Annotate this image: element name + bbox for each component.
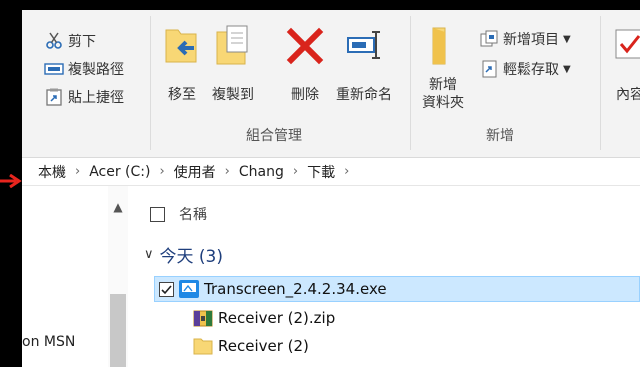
new-folder-label: 新增 資料夾 xyxy=(422,76,464,112)
new-item-icon xyxy=(480,30,500,48)
row-checkbox[interactable] xyxy=(159,281,174,297)
scroll-up-icon[interactable]: ▲ xyxy=(108,198,128,216)
ribbon-divider xyxy=(600,16,601,150)
easy-access-button[interactable]: 輕鬆存取 ▼ xyxy=(480,58,571,80)
properties-check-icon xyxy=(610,24,640,68)
select-all-checkbox[interactable] xyxy=(150,206,165,222)
dropdown-arrow-icon: ▼ xyxy=(563,63,571,75)
chevron-right-icon[interactable]: › xyxy=(293,164,298,179)
properties-label: 內容 xyxy=(616,87,640,103)
copy-path-icon xyxy=(44,60,64,78)
easy-access-label: 輕鬆存取 xyxy=(503,62,559,78)
cut-button[interactable]: 剪下 xyxy=(44,30,96,52)
copy-path-label: 複製路徑 xyxy=(68,62,124,78)
file-name: Transcreen_2.4.2.34.exe xyxy=(204,280,387,298)
rename-label: 重新命名 xyxy=(336,87,392,103)
file-row[interactable]: Receiver (2).zip xyxy=(192,305,335,331)
breadcrumb-drive-c[interactable]: Acer (C:) xyxy=(89,164,150,180)
scissors-icon xyxy=(44,32,64,50)
breadcrumb-label: 使用者 xyxy=(173,164,216,181)
paste-shortcut-label: 貼上捷徑 xyxy=(68,90,124,106)
delete-label: 刪除 xyxy=(291,87,319,103)
file-row[interactable]: Receiver (2) xyxy=(192,333,309,359)
file-name: Receiver (2).zip xyxy=(218,309,336,327)
red-pointer-arrow-icon xyxy=(0,174,22,188)
copy-path-button[interactable]: 複製路徑 xyxy=(44,58,124,80)
ribbon: 剪下 複製路徑 貼上捷徑 移至 複製到 刪除 重新命名 組合管理 新增 資料夾 … xyxy=(22,10,640,158)
rename-button[interactable]: 重新命名 xyxy=(336,24,392,104)
breadcrumb-label: 本機 xyxy=(38,164,66,181)
move-to-button[interactable]: 移至 xyxy=(162,24,202,104)
breadcrumb-label: 下載 xyxy=(307,164,336,181)
chevron-right-icon[interactable]: › xyxy=(159,164,164,179)
navigation-pane[interactable]: on MSN ▲ xyxy=(22,186,132,367)
group-header-today[interactable]: ∨ 今天 (3) xyxy=(144,242,223,267)
chevron-right-icon[interactable]: › xyxy=(225,164,230,179)
folder-icon xyxy=(423,24,463,68)
copy-to-icon xyxy=(213,24,253,68)
breadcrumb-label: Acer (C:) xyxy=(89,163,151,180)
group-label: 今天 (3) xyxy=(159,247,223,267)
breadcrumb-this-pc[interactable]: 本機 xyxy=(38,162,66,182)
address-bar[interactable]: 本機 › Acer (C:) › 使用者 › Chang › 下載 › xyxy=(22,158,640,186)
move-to-icon xyxy=(162,24,202,68)
breadcrumb-downloads[interactable]: 下載 xyxy=(307,162,335,182)
name-column-header[interactable]: 名稱 xyxy=(150,204,207,224)
breadcrumb-user[interactable]: Chang xyxy=(239,164,284,180)
copy-to-button[interactable]: 複製到 xyxy=(212,24,254,104)
zip-archive-icon xyxy=(192,308,214,328)
properties-button[interactable]: 內容 xyxy=(610,24,640,104)
delete-button[interactable]: 刪除 xyxy=(285,24,325,104)
name-column-label: 名稱 xyxy=(179,207,207,223)
dropdown-arrow-icon: ▼ xyxy=(563,33,571,45)
ribbon-divider xyxy=(410,16,411,150)
delete-x-icon xyxy=(285,24,325,68)
new-folder-label-line1: 新增 xyxy=(429,77,457,93)
nav-scrollbar[interactable]: ▲ xyxy=(108,186,128,367)
new-item-button[interactable]: 新增項目 ▼ xyxy=(480,28,571,50)
nav-item-msn[interactable]: on MSN xyxy=(22,334,75,350)
paste-shortcut-icon xyxy=(44,88,64,106)
new-group-label: 新增 xyxy=(486,128,514,144)
cut-label: 剪下 xyxy=(68,34,96,50)
rename-icon xyxy=(344,24,384,68)
file-list: 名稱 ∨ 今天 (3) Transcreen_2.4.2.34.exe Rece… xyxy=(140,186,640,367)
organize-group-label: 組合管理 xyxy=(246,128,302,144)
screenshot-frame: 剪下 複製路徑 貼上捷徑 移至 複製到 刪除 重新命名 組合管理 新增 資料夾 … xyxy=(0,0,640,367)
content-area: on MSN ▲ 名稱 ∨ 今天 (3) Transcreen_2.4.2.34… xyxy=(22,186,640,367)
file-row[interactable]: Transcreen_2.4.2.34.exe xyxy=(154,276,640,302)
move-to-label: 移至 xyxy=(168,87,196,103)
copy-to-label: 複製到 xyxy=(212,87,254,103)
paste-shortcut-button[interactable]: 貼上捷徑 xyxy=(44,86,124,108)
chevron-right-icon[interactable]: › xyxy=(75,164,80,179)
breadcrumb-label: Chang xyxy=(238,163,284,180)
file-name: Receiver (2) xyxy=(218,337,309,355)
scroll-thumb[interactable] xyxy=(110,294,126,367)
ribbon-divider xyxy=(150,16,151,150)
breadcrumb-users[interactable]: 使用者 xyxy=(174,162,216,182)
easy-access-icon xyxy=(480,60,500,78)
new-folder-label-line2: 資料夾 xyxy=(422,95,464,111)
chevron-down-icon: ∨ xyxy=(144,247,154,262)
exe-app-icon xyxy=(178,279,200,299)
chevron-right-icon[interactable]: › xyxy=(344,164,349,179)
new-item-label: 新增項目 xyxy=(503,32,559,48)
new-folder-button[interactable]: 新增 資料夾 xyxy=(422,24,464,112)
folder-icon xyxy=(192,336,214,356)
